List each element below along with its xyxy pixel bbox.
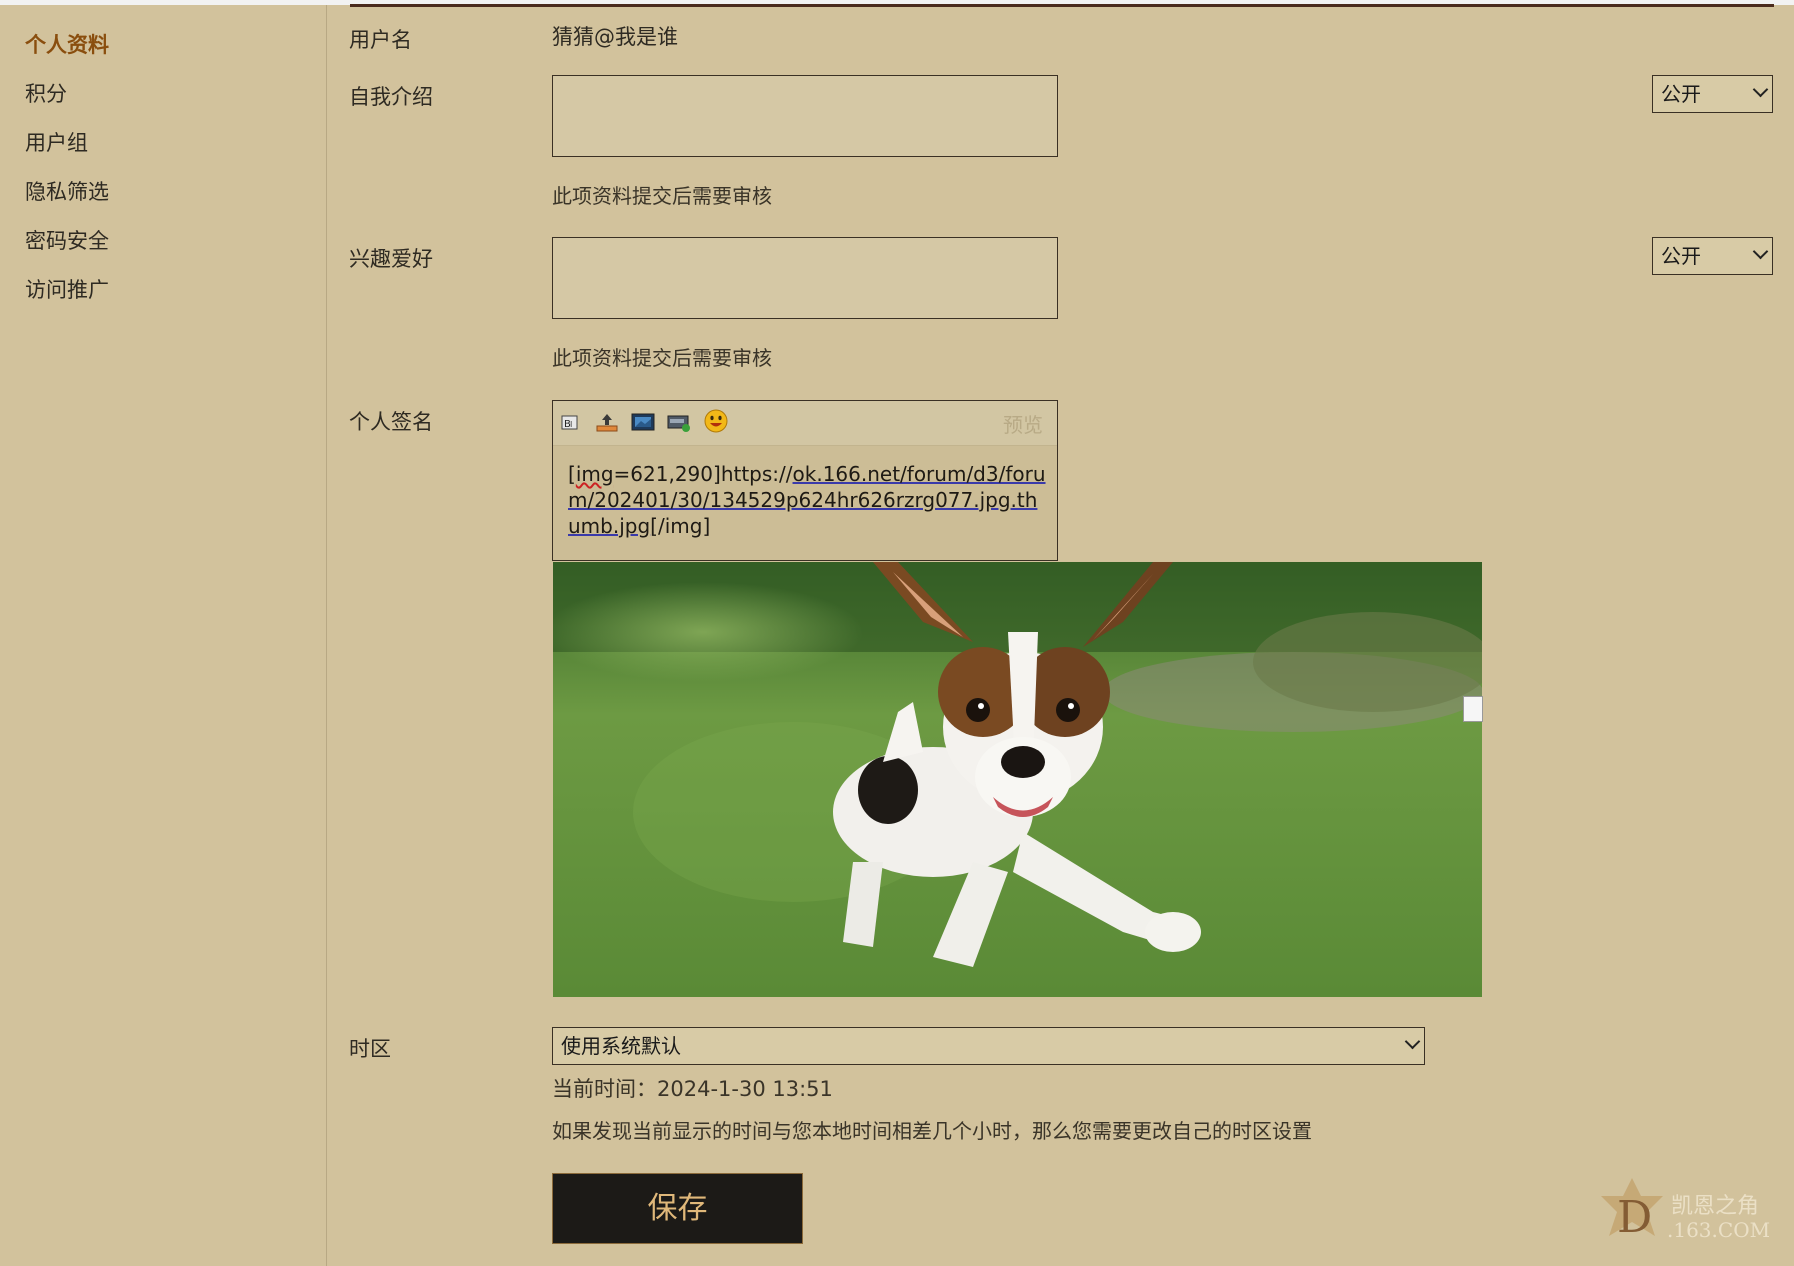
signature-toolbar: BI 预览 [553,401,1057,446]
intro-textarea[interactable] [552,75,1058,157]
sidebar: 个人资料 积分 用户组 隐私筛选 密码安全 访问推广 [0,5,327,1266]
intro-privacy-select[interactable]: 公开 [1652,75,1773,113]
timezone-label: 时区 [349,1037,391,1061]
image-side-tab[interactable] [1463,696,1483,722]
username-label: 用户名 [349,28,412,52]
signature-editor: BI 预览 [img=621,290]https://ok.166.net/fo… [552,400,1058,561]
save-button[interactable]: 保存 [552,1173,803,1244]
username-value: 猜猜@我是谁 [552,25,678,49]
media-icon[interactable] [667,411,691,433]
emoji-icon[interactable] [703,409,728,433]
chevron-down-icon [1404,1033,1421,1050]
signature-preview-link[interactable]: 预览 [1003,409,1043,438]
hobby-label: 兴趣爱好 [349,247,433,271]
sidebar-item-usergroup[interactable]: 用户组 [25,127,88,157]
sidebar-item-password-security[interactable]: 密码安全 [25,225,109,255]
sidebar-item-points[interactable]: 积分 [25,78,67,108]
hobby-review-note: 此项资料提交后需要审核 [552,346,772,370]
timezone-value: 使用系统默认 [561,1034,681,1058]
intro-privacy-value: 公开 [1661,82,1701,106]
watermark-line1: 凯恩之角 [1671,1194,1760,1219]
watermark-line2: .163.COM [1667,1218,1771,1242]
svg-text:D: D [1617,1192,1652,1243]
hobby-privacy-select[interactable]: 公开 [1652,237,1773,275]
timezone-select[interactable]: 使用系统默认 [552,1027,1425,1065]
signature-text[interactable]: [img=621,290]https://ok.166.net/forum/d3… [568,461,1048,539]
font-icon[interactable]: BI [559,411,583,433]
sidebar-item-referral[interactable]: 访问推广 [25,274,109,304]
intro-review-note: 此项资料提交后需要审核 [552,184,772,208]
signature-label: 个人签名 [349,410,433,434]
timezone-hint: 如果发现当前显示的时间与您本地时间相差几个小时，那么您需要更改自己的时区设置 [552,1119,1312,1143]
chevron-down-icon [1752,243,1769,260]
image-upload-icon[interactable] [595,411,619,433]
hobby-textarea[interactable] [552,237,1058,319]
sidebar-item-privacy-filter[interactable]: 隐私筛选 [25,176,109,206]
sidebar-item-profile[interactable]: 个人资料 [25,29,109,59]
svg-text:I: I [570,420,572,429]
current-time: 当前时间：2024-1-30 13:51 [552,1077,833,1101]
hobby-privacy-value: 公开 [1661,244,1701,268]
diablo-logo-icon: D [1601,1178,1663,1243]
chevron-down-icon [1752,81,1769,98]
site-watermark: D 凯恩之角 .163.COM [1597,1176,1775,1256]
signature-image-preview [553,562,1482,997]
intro-label: 自我介绍 [349,85,433,109]
top-divider [350,4,1774,7]
image-icon[interactable] [631,411,655,433]
